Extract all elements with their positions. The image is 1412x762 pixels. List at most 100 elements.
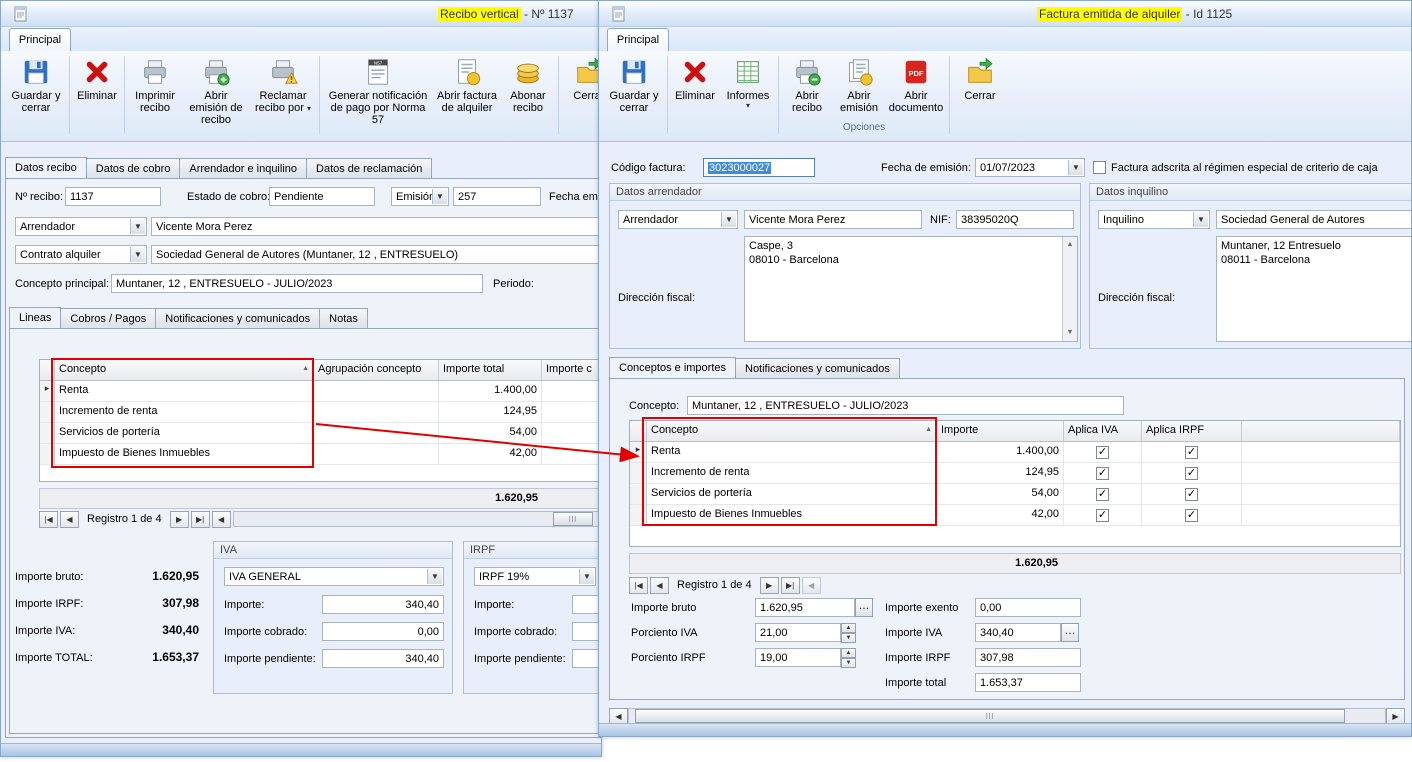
factura-titlebar[interactable]: Factura emitida de alquiler - Id 1125 [599,1,1411,27]
vertical-scrollbar[interactable]: ▲▼ [1062,237,1077,341]
cell-importe-c[interactable] [542,381,599,402]
cerrar-button[interactable]: Cerrar [954,55,1006,135]
cell-importe[interactable]: 42,00 [439,444,542,465]
nav-last-button[interactable]: ▶| [191,511,210,528]
spin-up-icon[interactable]: ▲ [841,623,856,633]
tab-datos-reclamacion[interactable]: Datos de reclamación [307,158,432,179]
cell-importe[interactable]: 124,95 [937,463,1064,484]
col-header-importe-c[interactable]: Importe c [542,360,599,381]
hscroll-left-button[interactable]: ◀ [802,577,821,594]
cell-agrupacion[interactable] [314,402,439,423]
aplica-iva-checkbox[interactable]: ✓ [1096,509,1109,522]
tab-notificaciones[interactable]: Notificaciones y comunicados [156,308,320,329]
table-row[interactable]: Servicios de portería 54,00 ✓ ✓ [630,484,1400,505]
aplica-irpf-checkbox[interactable]: ✓ [1185,467,1198,480]
inquilino-nombre-field[interactable]: Sociedad General de Autores [1216,210,1412,229]
tab-principal[interactable]: Principal [607,28,669,52]
imprimir-recibo-button[interactable]: Imprimir recibo [129,55,181,135]
contrato-alquiler-combo[interactable]: Contrato alquiler▼ [15,245,147,264]
importe-iva-field[interactable]: 340,40 [975,623,1061,642]
aplica-iva-checkbox[interactable]: ✓ [1096,467,1109,480]
table-row[interactable]: Servicios de portería 54,00 [40,423,599,444]
nav-first-button[interactable]: |◀ [39,511,58,528]
tab-notificaciones[interactable]: Notificaciones y comunicados [736,358,900,379]
aplica-iva-checkbox[interactable]: ✓ [1096,446,1109,459]
cell-empty[interactable] [1242,463,1400,484]
guardar-cerrar-button[interactable]: Guardar y cerrar [605,55,663,135]
cell-importe-c[interactable] [542,402,599,423]
iva-pendiente-field[interactable]: 340,40 [322,649,444,668]
col-header-agrupacion[interactable]: Agrupación concepto [314,360,439,381]
table-row[interactable]: ▸ Renta 1.400,00 [40,381,599,402]
recibo-titlebar[interactable]: Recibo vertical - Nº 1137 [1,1,601,27]
aplica-irpf-checkbox[interactable]: ✓ [1185,509,1198,522]
tab-datos-recibo[interactable]: Datos recibo [5,157,87,179]
spinner-buttons[interactable]: ▲▼ [841,623,856,642]
spinner-buttons[interactable]: ▲▼ [841,648,856,667]
eliminar-button[interactable]: Eliminar [74,55,120,135]
arrendador-field[interactable]: Vicente Mora Perez [151,217,599,236]
cell-empty[interactable] [1242,484,1400,505]
nif-field[interactable]: 38395020Q [956,210,1074,229]
concepto-principal-field[interactable]: Muntaner, 12 , ENTRESUELO - JULIO/2023 [111,274,483,293]
nav-first-button[interactable]: |◀ [629,577,648,594]
cell-concepto[interactable]: Servicios de portería [647,484,937,505]
hscroll-right-button[interactable]: ▶ [1386,708,1405,724]
cell-concepto[interactable]: Incremento de renta [647,463,937,484]
emision-num-field[interactable]: 257 [453,187,541,206]
abrir-emision-recibo-button[interactable]: Abrir emisión de recibo [185,55,247,135]
chevron-down-icon[interactable]: ▼ [427,569,442,584]
chevron-down-icon[interactable]: ▼ [721,212,736,227]
informes-button[interactable]: Informes ▾ [722,55,774,135]
cell-agrupacion[interactable] [314,444,439,465]
scroll-up-icon[interactable]: ▲ [1063,238,1077,252]
abrir-emision-button[interactable]: Abrir emisión [835,55,883,121]
chevron-down-icon[interactable]: ▼ [432,189,447,204]
importe-exento-field[interactable]: 0,00 [975,598,1081,617]
chevron-down-icon[interactable]: ▼ [1068,160,1083,175]
scroll-down-icon[interactable]: ▼ [1063,326,1077,340]
arrendador-combo[interactable]: Arrendador▼ [618,210,738,229]
cell-concepto[interactable]: Renta [647,442,937,463]
contrato-field[interactable]: Sociedad General de Autores (Muntaner, 1… [151,245,599,264]
cell-concepto[interactable]: Impuesto de Bienes Inmuebles [55,444,314,465]
iva-tipo-combo[interactable]: IVA GENERAL▼ [224,567,444,586]
cell-concepto[interactable]: Servicios de portería [55,423,314,444]
col-header-aplica-iva[interactable]: Aplica IVA [1064,421,1142,442]
horizontal-scrollbar[interactable]: lll [628,708,1386,724]
col-header-concepto[interactable]: Concepto▲ [55,360,314,381]
emision-combo[interactable]: Emisión▼ [391,187,449,206]
table-row[interactable]: ▸ Renta 1.400,00 ✓ ✓ [630,442,1400,463]
abonar-recibo-button[interactable]: Abonar recibo [502,55,554,135]
tab-notas[interactable]: Notas [320,308,368,329]
aplica-iva-checkbox[interactable]: ✓ [1096,488,1109,501]
scrollbar-thumb[interactable]: lll [553,512,593,526]
cell-agrupacion[interactable] [314,381,439,402]
scrollbar-thumb[interactable]: lll [635,709,1345,723]
col-header-concepto[interactable]: Concepto▲ [647,421,937,442]
col-header-aplica-irpf[interactable]: Aplica IRPF [1142,421,1242,442]
inquilino-combo[interactable]: Inquilino▼ [1098,210,1210,229]
cerrar-button[interactable]: Cerrar [563,55,602,135]
cell-importe-c[interactable] [542,423,599,444]
nav-prev-button[interactable]: ◀ [60,511,79,528]
num-recibo-field[interactable]: 1137 [65,187,161,206]
cell-concepto[interactable]: Incremento de renta [55,402,314,423]
cell-concepto[interactable]: Renta [55,381,314,402]
table-row[interactable]: Incremento de renta 124,95 [40,402,599,423]
estado-cobro-field[interactable]: Pendiente [269,187,375,206]
col-header-importe-total[interactable]: Importe total [439,360,542,381]
iva-importe-field[interactable]: 340,40 [322,595,444,614]
chevron-down-icon[interactable]: ▼ [579,569,594,584]
abrir-recibo-button[interactable]: Abrir recibo [783,55,831,121]
concepto-field[interactable]: Muntaner, 12 , ENTRESUELO - JULIO/2023 [687,396,1124,415]
ellipsis-button[interactable]: … [855,598,873,617]
eliminar-button[interactable]: Eliminar [672,55,718,135]
hscroll-left-button[interactable]: ◀ [212,511,231,528]
abrir-factura-button[interactable]: Abrir factura de alquiler [436,55,498,135]
spin-down-icon[interactable]: ▼ [841,658,856,668]
table-row[interactable]: Impuesto de Bienes Inmuebles 42,00 [40,444,599,465]
cell-importe[interactable]: 1.400,00 [937,442,1064,463]
cell-importe[interactable]: 54,00 [439,423,542,444]
tab-lineas[interactable]: Lineas [9,307,61,329]
